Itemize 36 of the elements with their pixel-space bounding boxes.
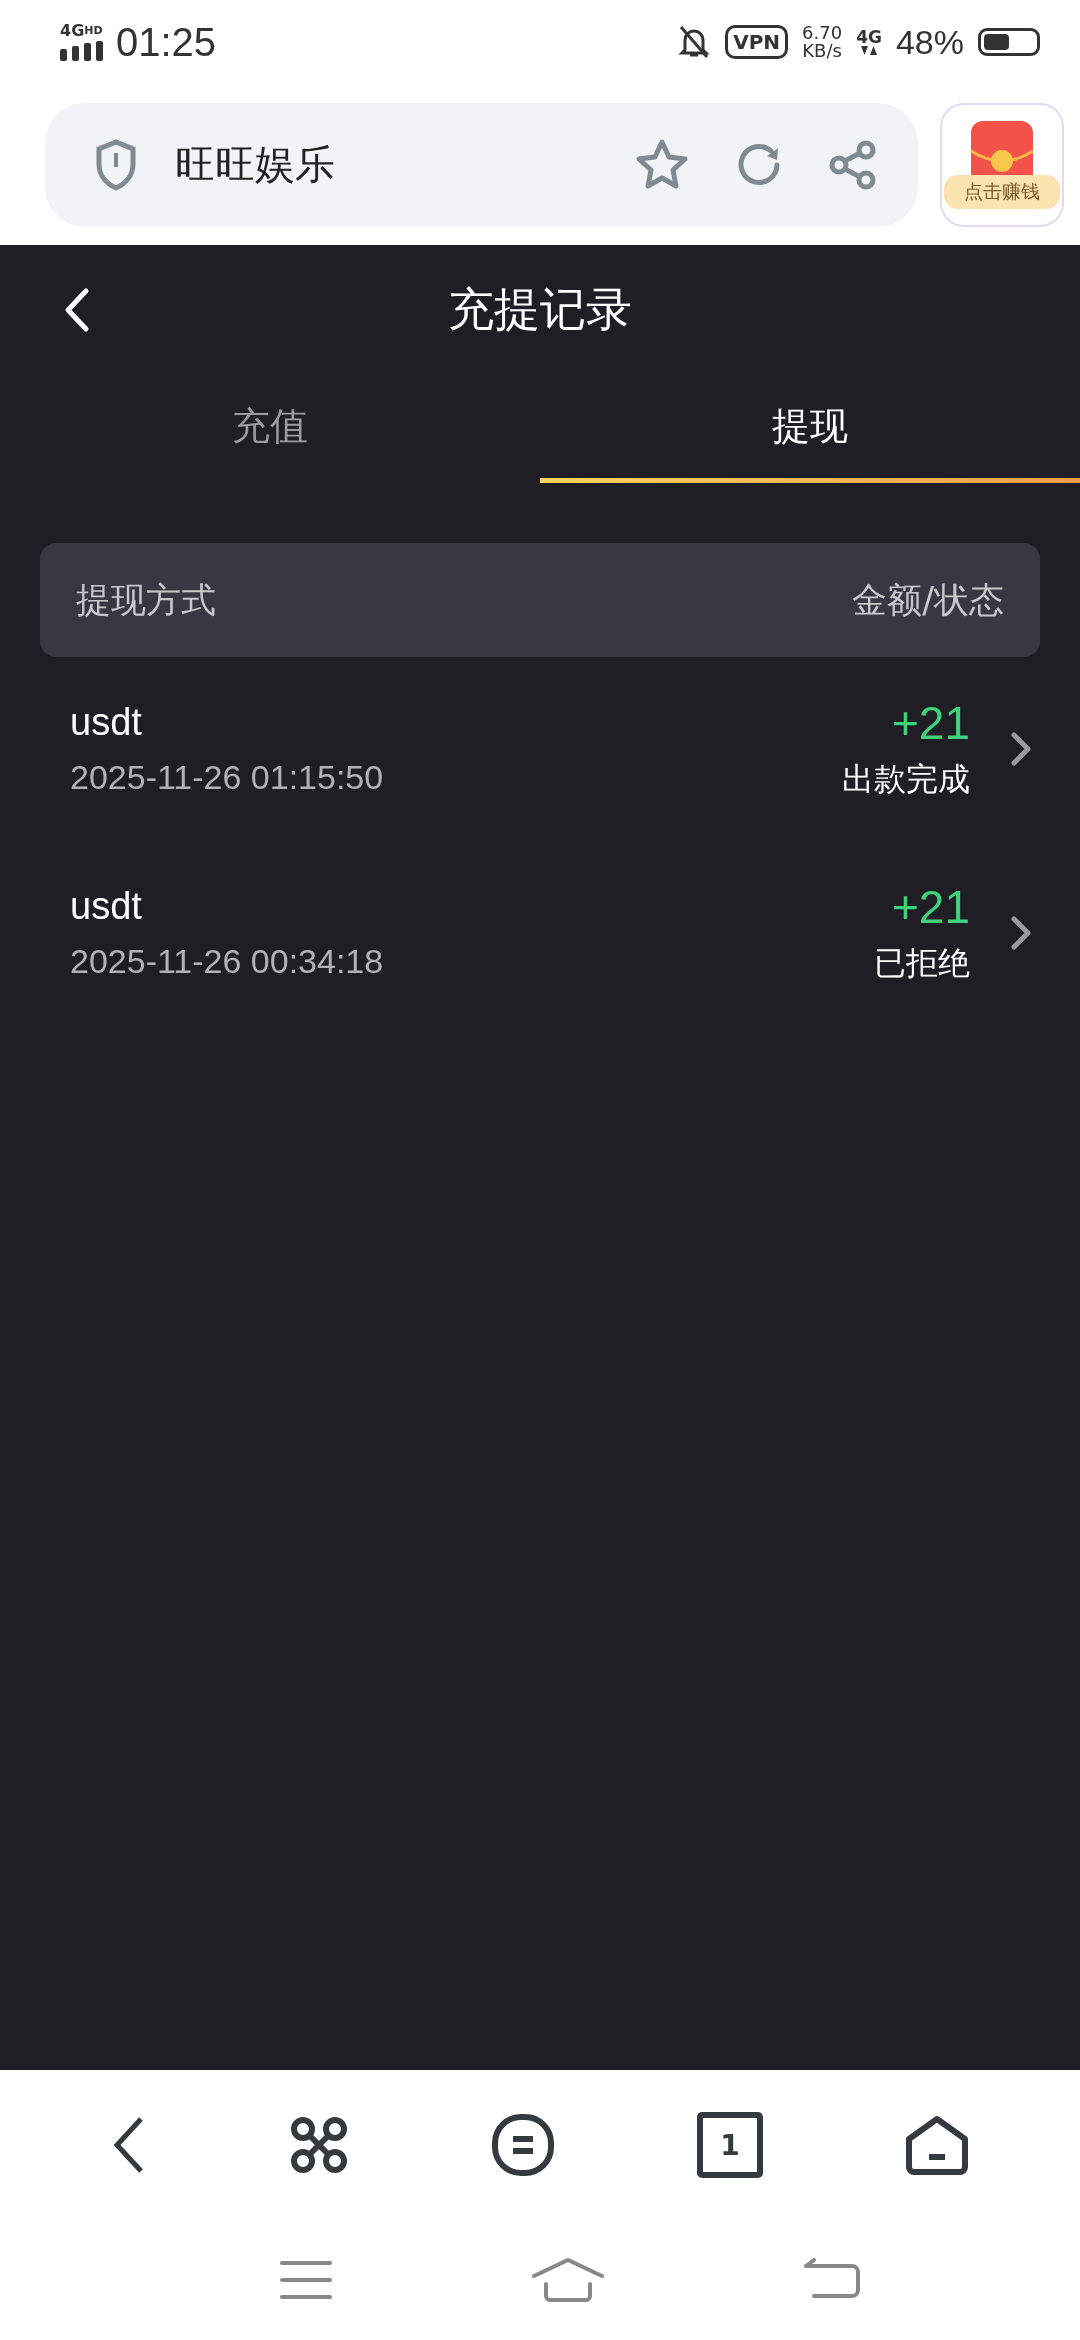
record-status: 出款完成 [842, 759, 970, 800]
data-arrows-icon [860, 45, 879, 56]
star-icon[interactable] [634, 137, 690, 192]
site-name: 旺旺娱乐 [175, 140, 335, 189]
chevron-right-icon[interactable] [1010, 731, 1032, 767]
battery-percent: 48% [895, 22, 964, 62]
menu-icon[interactable] [491, 2113, 555, 2177]
column-header: 提现方式 [76, 578, 216, 622]
record-time: 2025-11-26 00:34:18 [70, 942, 385, 981]
speed-unit: KB/s [802, 42, 842, 60]
signal-icon [60, 41, 104, 61]
record-amount: +21 [891, 696, 970, 750]
record-time: 2025-11-26 01:15:50 [70, 758, 385, 797]
battery-icon [978, 28, 1040, 56]
tab-count-button[interactable]: 1 [697, 2112, 763, 2178]
reward-button[interactable]: 点击赚钱 [940, 102, 1064, 227]
muted-bell-icon [677, 24, 712, 60]
chevron-right-icon[interactable] [1010, 915, 1032, 951]
shield-icon [95, 138, 137, 191]
share-icon[interactable] [828, 139, 878, 190]
column-header: 金额/状态 [852, 578, 1004, 622]
status-time: 01:25 [116, 19, 217, 65]
data-type: 4G [856, 28, 882, 46]
home-icon[interactable] [905, 2115, 969, 2175]
network-label: 4G$^{HD}$ [60, 23, 104, 39]
vpn-indicator: VPN [725, 25, 789, 59]
apps-icon[interactable] [289, 2115, 349, 2175]
withdraw-method: usdt [70, 701, 143, 744]
network-speed: 6.70 [802, 24, 843, 42]
tab[interactable]: 充值 [0, 375, 540, 483]
address-bar[interactable]: 旺旺娱乐 [45, 102, 918, 227]
record-status: 已拒绝 [874, 943, 970, 984]
withdraw-method: usdt [70, 885, 143, 928]
page-title: 充提记录 [448, 281, 632, 338]
record-amount: +21 [891, 880, 970, 934]
tab[interactable]: 提现 [540, 375, 1080, 483]
